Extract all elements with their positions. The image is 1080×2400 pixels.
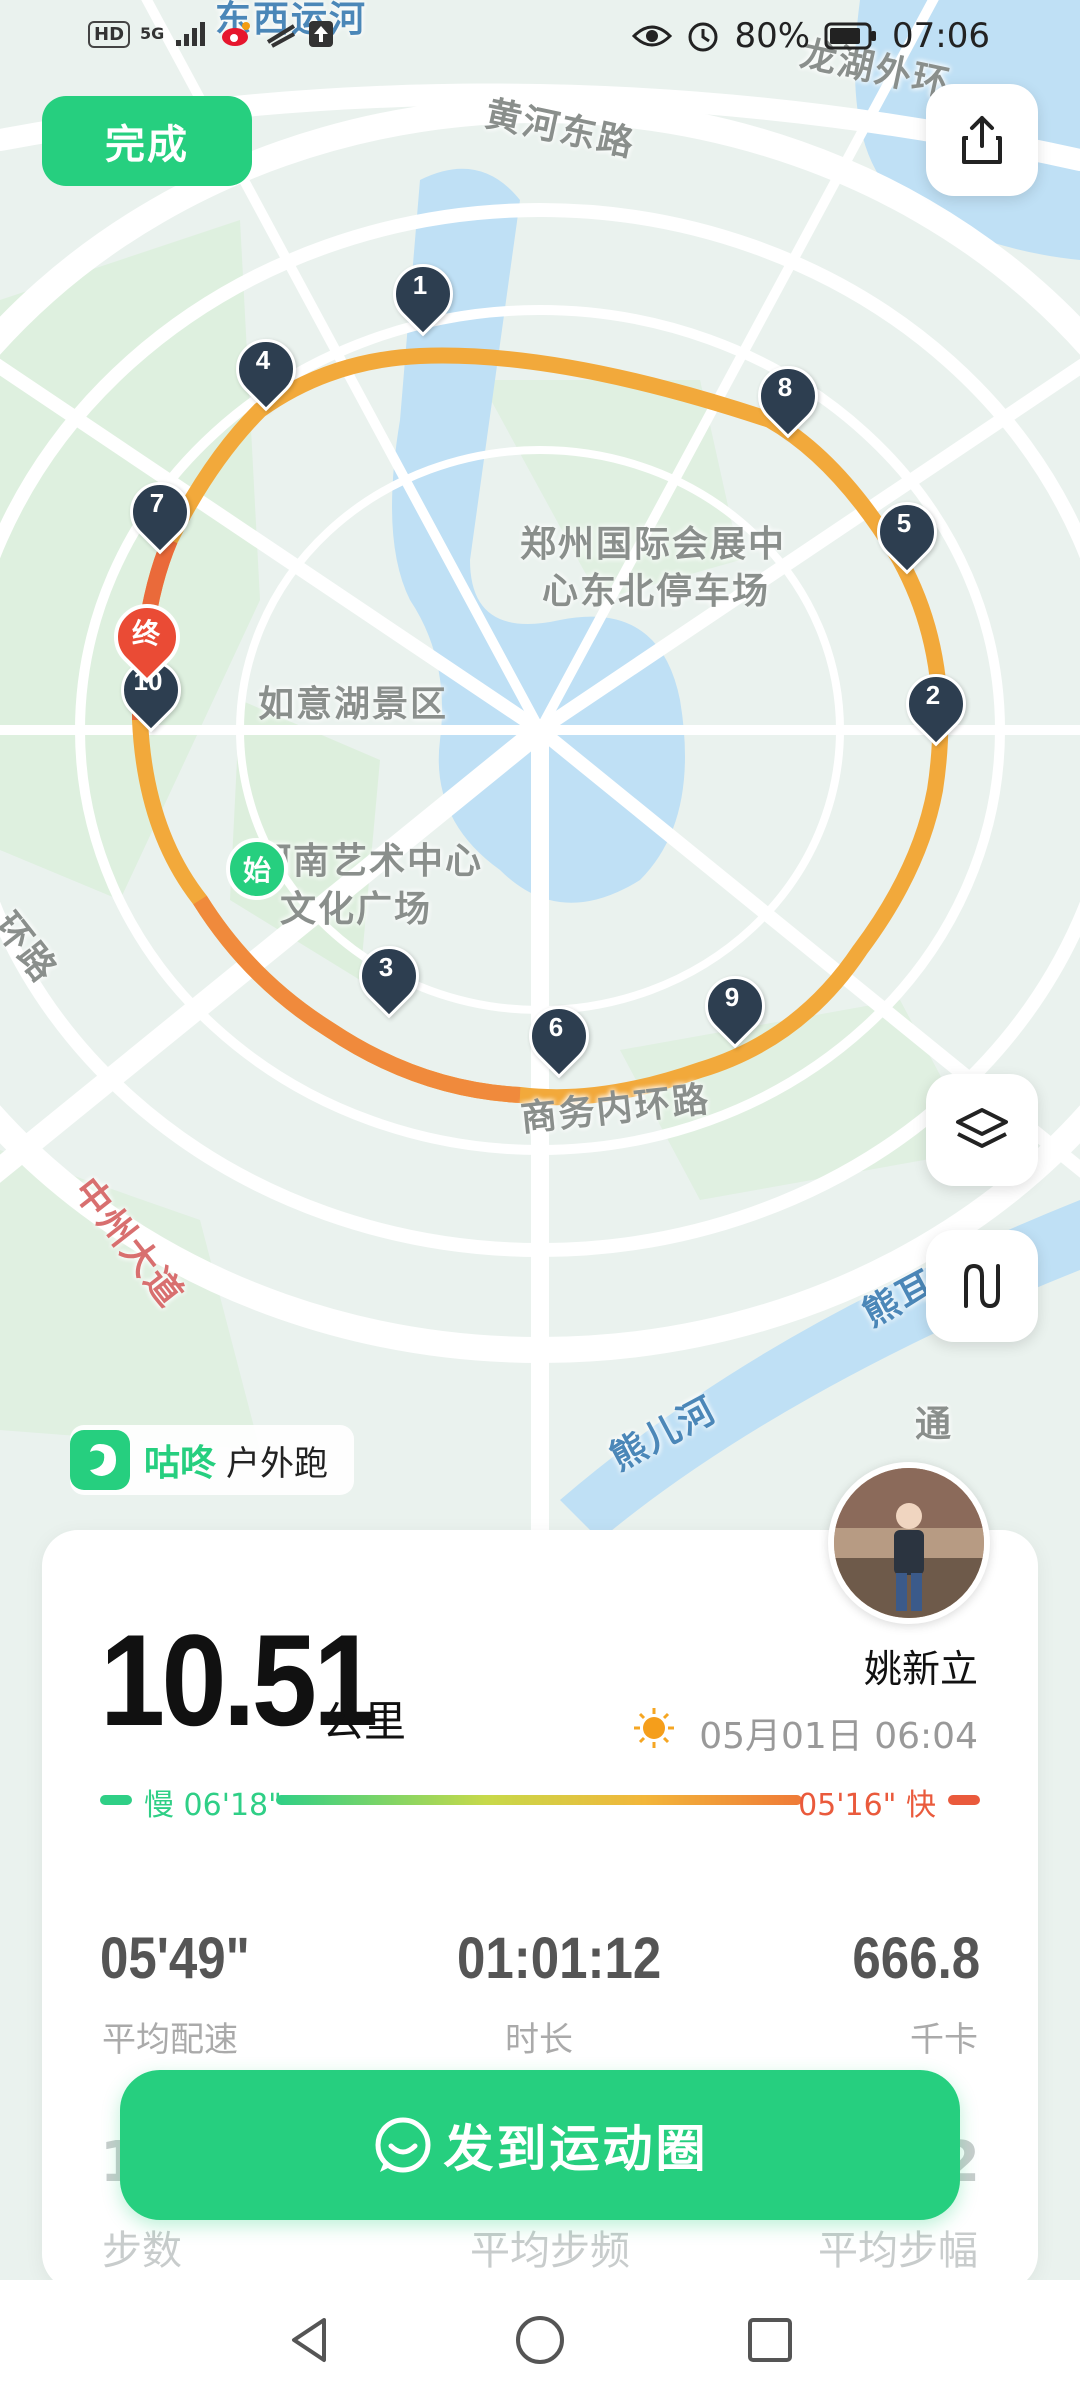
back-icon[interactable] xyxy=(280,2310,340,2370)
duration-value: 01:01:12 xyxy=(457,1926,662,1991)
post-to-feed-button[interactable]: 发到运动圈 xyxy=(120,2070,960,2220)
km-marker-label: 9 xyxy=(724,982,740,1012)
hd-badge: HD xyxy=(88,20,131,48)
steps-label: 步数 xyxy=(102,2228,182,2274)
map-label-culture-square: 文化广场 xyxy=(280,889,433,930)
calories-value: 666.8 xyxy=(852,1926,980,1991)
brand-name: 咕咚 xyxy=(144,1443,217,1484)
map-label-expo: 郑州国际会展中 xyxy=(520,524,787,565)
eye-icon xyxy=(632,25,673,47)
codoon-logo-icon xyxy=(70,1430,130,1490)
activity-type: 户外跑 xyxy=(226,1443,329,1484)
end-marker-label: 终 xyxy=(131,617,160,650)
home-icon[interactable] xyxy=(510,2310,570,2370)
signal-icon xyxy=(176,22,206,46)
distance-unit: 公里 xyxy=(322,1697,407,1746)
user-name: 姚新立 xyxy=(863,1647,978,1691)
weibo-icon xyxy=(222,22,251,46)
start-marker[interactable]: 始 xyxy=(226,838,288,900)
layers-icon xyxy=(956,1108,1008,1148)
km-marker-label: 5 xyxy=(896,508,912,538)
calories-label: 千卡 xyxy=(910,2020,978,2060)
upload-icon xyxy=(309,21,334,47)
map-layer-button[interactable] xyxy=(926,1074,1038,1186)
cadence-label: 平均步频 xyxy=(470,2228,630,2274)
km-marker-label: 6 xyxy=(548,1012,564,1042)
pace-slow-label: 慢 06'18" xyxy=(144,1788,282,1823)
status-bar: HD 5G 80% 07:06 xyxy=(0,0,1080,80)
sun-icon xyxy=(632,1706,676,1750)
km-marker-label: 1 xyxy=(412,270,428,300)
clock: 07:06 xyxy=(892,16,990,56)
km-marker-label: 3 xyxy=(378,952,394,982)
system-nav-bar xyxy=(0,2280,1080,2400)
route-curve-icon xyxy=(964,1263,1000,1309)
wifi-icon xyxy=(267,24,296,48)
map-label-ruyi-lake: 如意湖景区 xyxy=(258,684,449,725)
map-label-tong: 通 xyxy=(915,1404,954,1445)
recents-icon[interactable] xyxy=(740,2310,800,2370)
post-to-feed-label: 发到运动圈 xyxy=(443,2120,709,2178)
chat-smile-icon xyxy=(375,2117,430,2173)
pace-slow-swatch xyxy=(100,1795,132,1805)
map-label-art-center: 河南艺术中心 xyxy=(255,841,484,882)
pace-legend: 慢 06'18" 05'16" 快 xyxy=(100,1780,980,1823)
avatar[interactable] xyxy=(828,1462,990,1624)
share-icon xyxy=(962,116,1002,164)
done-button[interactable]: 完成 xyxy=(42,96,252,186)
share-export-button[interactable] xyxy=(926,84,1038,196)
run-datetime: 05月01日 06:04 xyxy=(699,1716,978,1757)
avg-pace-value: 05'49" xyxy=(100,1926,250,1991)
route-mode-button[interactable] xyxy=(926,1230,1038,1342)
alarm-icon xyxy=(688,22,718,52)
duration-label: 时长 xyxy=(505,2020,573,2060)
map-label-parking: 心东北停车场 xyxy=(542,571,771,612)
km-marker-label: 7 xyxy=(149,488,165,518)
stride-label: 平均步幅 xyxy=(818,2228,978,2274)
avg-pace-label: 平均配速 xyxy=(102,2020,238,2060)
network-type: 5G xyxy=(140,24,165,43)
pace-fast-swatch xyxy=(948,1795,980,1805)
km-marker-label: 8 xyxy=(777,372,793,402)
km-marker-label: 2 xyxy=(925,680,941,710)
pace-fast-label: 05'16" 快 xyxy=(798,1788,936,1823)
battery-percent: 80% xyxy=(734,16,811,56)
km-marker-label: 4 xyxy=(255,345,271,375)
battery-icon xyxy=(824,22,877,50)
pace-gradient-bar xyxy=(276,1795,802,1805)
avatar-photo xyxy=(834,1468,984,1618)
brand-tag: 咕咚 户外跑 xyxy=(70,1425,355,1495)
